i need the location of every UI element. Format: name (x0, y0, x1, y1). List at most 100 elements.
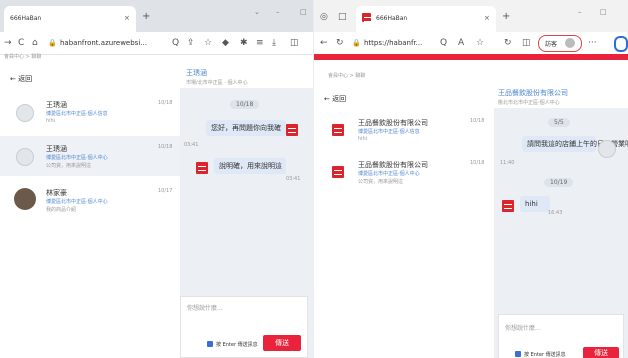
split-screen-icon[interactable]: ◫ (522, 38, 531, 48)
tab-bar: 666HaBan × + ⌄ – □ (0, 0, 313, 32)
browser-tab[interactable]: 666HaBan × (4, 6, 136, 32)
contact-name: 王琇涵 (46, 101, 67, 109)
avatar (565, 38, 575, 48)
search-icon[interactable]: Q (172, 38, 179, 48)
avatar (16, 148, 34, 166)
message-composer: 你想說什麼... 按 Enter 傳送訊息 傳送 (498, 314, 624, 358)
minimize-icon[interactable]: – (276, 8, 280, 16)
contact-date: 10/18 (158, 144, 173, 150)
avatar (16, 104, 34, 122)
back-button[interactable]: ← 返回 (10, 74, 32, 84)
new-tab-icon[interactable]: + (142, 11, 150, 22)
date-pill: 10/19 (544, 178, 574, 187)
breadcrumb[interactable]: 會員中心 > 聊聊 (4, 53, 41, 60)
close-tab-icon[interactable]: × (124, 14, 130, 22)
message-input[interactable]: 你想說什麼... (505, 323, 541, 332)
conversation-title: 王品餐飲股份有限公司 (498, 89, 568, 97)
star-icon[interactable]: ☆ (204, 38, 212, 48)
maximize-icon[interactable]: □ (300, 8, 307, 16)
company-logo-avatar (196, 162, 208, 174)
list-item[interactable]: 王琇涵 博愛區北市中正區·個人中心 公司資，用來說明這 10/18 (0, 136, 180, 176)
contact-sub: 博愛區北市中正區·個人信息 (358, 129, 420, 135)
conversation-header: 王琇涵 市場/北市中正區 · 個人中心 (180, 62, 313, 88)
enter-send-label: 按 Enter 傳送訊息 (216, 342, 258, 348)
back-icon[interactable]: ← (320, 38, 328, 48)
close-tab-icon[interactable]: × (484, 14, 490, 22)
enter-send-label: 按 Enter 傳送訊息 (524, 352, 566, 358)
url-field[interactable]: https://habanfr... (364, 39, 422, 47)
message-time: 03:41 (184, 142, 199, 148)
conversation-sub: 市場/北市中正區 · 個人中心 (186, 80, 248, 86)
date-pill: 5/5 (548, 118, 570, 127)
tab-actions-icon[interactable]: □ (338, 12, 347, 22)
contact-sub: 博愛區北市中正區·個人中心 (358, 171, 420, 177)
company-logo-avatar (286, 124, 298, 136)
company-logo-avatar (502, 200, 514, 212)
enter-send-checkbox[interactable] (207, 341, 213, 347)
tab-title: 666HaBan (376, 15, 408, 22)
tab-bar: ◎ □ 666HaBan × + – □ (314, 0, 628, 32)
profile-button[interactable]: 訪客 (538, 35, 582, 52)
message-input[interactable]: 你想說什麼... (187, 303, 223, 312)
site-favicon (362, 13, 372, 22)
search-icon[interactable]: Q (440, 38, 447, 48)
sidebar-icon[interactable]: ◫ (290, 38, 299, 48)
share-icon[interactable]: ⇪ (187, 38, 195, 48)
list-item[interactable]: 王品餐飲股份有限公司 博愛區北市中正區·個人信息 hihi 10/18 (314, 110, 494, 150)
contact-date: 10/18 (470, 118, 485, 124)
left-browser-window: 666HaBan × + ⌄ – □ → C ⌂ 🔒 habanfront.az… (0, 0, 313, 358)
chat-list: ← 返回 王品餐飲股份有限公司 博愛區北市中正區·個人信息 hihi 10/18… (314, 82, 494, 358)
profile-label: 訪客 (545, 41, 558, 48)
home-icon[interactable]: ⌂ (32, 38, 38, 48)
more-icon[interactable]: ··· (588, 38, 597, 48)
url-field[interactable]: habanfront.azurewebsi... (60, 39, 147, 47)
message-time: 16:43 (548, 210, 563, 216)
puzzle-icon[interactable]: ✱ (240, 38, 248, 48)
send-button[interactable]: 傳送 (263, 335, 301, 351)
reload-icon[interactable]: ↻ (336, 38, 344, 48)
message-composer: 你想說什麼... 按 Enter 傳送訊息 傳送 (180, 296, 308, 358)
list-item[interactable]: 王琇涵 博愛區北市中正區·個人信息 hihi 10/18 (0, 92, 180, 132)
contact-preview: 我的商品介紹 (46, 207, 77, 213)
chat-page: ← 返回 王品餐飲股份有限公司 博愛區北市中正區·個人信息 hihi 10/18… (314, 82, 628, 358)
profile-icon[interactable]: ◎ (320, 12, 328, 22)
browser-tab[interactable]: 666HaBan × (356, 6, 496, 32)
back-icon[interactable]: → (4, 38, 12, 48)
back-label: 返回 (332, 95, 347, 103)
contact-name: 王品餐飲股份有限公司 (358, 119, 428, 127)
star-icon[interactable]: ☆ (476, 38, 484, 48)
contact-name: 王琇涵 (46, 145, 67, 153)
list-item[interactable]: 林家豪 博愛區北市中正區·個人中心 我的商品介紹 10/17 (0, 180, 180, 220)
contact-sub: 博愛區北市中正區·個人中心 (46, 155, 108, 161)
contact-preview: 公司資，用來說明這 (46, 163, 92, 169)
conversation-panel: 王品餐飲股份有限公司 桃北市北市中正區·個人中心 5/5 請問我這的店鋪上午的日… (494, 82, 628, 358)
tab-search-icon[interactable]: ⌄ (254, 8, 260, 16)
read-aloud-icon[interactable]: A (458, 38, 464, 48)
contact-date: 10/18 (158, 100, 173, 106)
chat-list: ← 返回 王琇涵 博愛區北市中正區·個人信息 hihi 10/18 王琇涵 博愛… (0, 62, 180, 358)
send-button[interactable]: 傳送 (583, 347, 619, 358)
contact-preview: hihi (46, 118, 56, 124)
conversation-header: 王品餐飲股份有限公司 桃北市北市中正區·個人中心 (494, 82, 628, 108)
list-item[interactable]: 王品餐飲股份有限公司 博愛區北市中正區·個人中心 公司資，用來說明這 10/18 (314, 152, 494, 192)
reload-icon[interactable]: C (18, 38, 24, 48)
enter-send-checkbox[interactable] (515, 351, 521, 357)
copilot-icon[interactable] (614, 36, 628, 52)
back-button[interactable]: ← 返回 (324, 94, 346, 104)
new-tab-icon[interactable]: + (502, 11, 510, 22)
avatar (14, 188, 36, 210)
lock-icon: 🔒 (352, 39, 361, 47)
date-pill: 10/18 (230, 100, 260, 109)
address-bar: ← ↻ 🔒 https://habanfr... Q A ☆ ↻ ◫ 訪客 ··… (314, 32, 628, 55)
download-icon[interactable]: ⤓ (272, 38, 276, 48)
maximize-icon[interactable]: □ (600, 8, 607, 16)
message-time: 03:41 (286, 176, 301, 182)
breadcrumb[interactable]: 會員中心 > 聊聊 (328, 72, 365, 79)
minimize-icon[interactable]: – (578, 8, 582, 16)
extension-icon[interactable]: ◆ (222, 38, 229, 48)
back-label: 返回 (18, 75, 33, 83)
list-icon[interactable]: ≡ (256, 38, 264, 48)
refresh-icon[interactable]: ↻ (504, 38, 512, 48)
contact-preview: hihi (358, 136, 368, 142)
lock-icon: 🔒 (48, 39, 57, 47)
